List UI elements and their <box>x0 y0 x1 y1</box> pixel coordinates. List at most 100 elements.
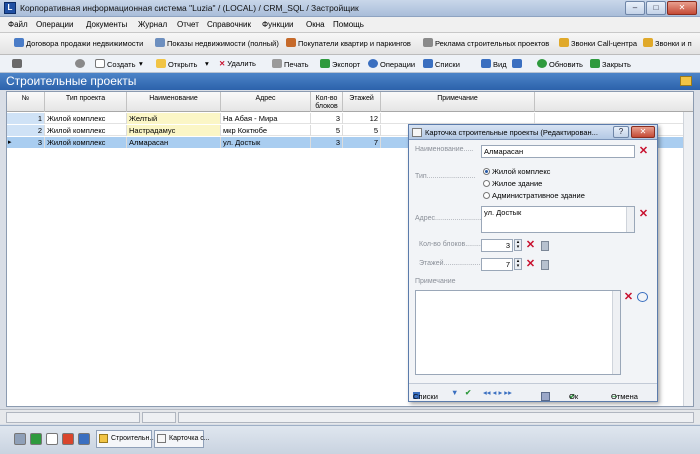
name-field[interactable]: Алмарасан <box>481 145 635 158</box>
export-button[interactable]: Экспорт <box>320 59 360 69</box>
table-row[interactable]: 1 Жилой комплекс Желтый На Абая - Мира 3… <box>7 113 693 124</box>
calc-icon[interactable] <box>30 433 42 445</box>
menu-functions[interactable]: Функции <box>262 20 294 29</box>
close-button[interactable]: ✕ <box>667 1 697 15</box>
settings-button[interactable] <box>75 59 87 69</box>
quick-ads[interactable]: Реклама строительных проектов <box>423 38 549 48</box>
apply-check-icon[interactable]: ✔ <box>465 388 471 397</box>
cell-num: 1 <box>7 113 45 124</box>
folder-icon[interactable] <box>680 76 692 86</box>
cell-num: 3 <box>7 137 45 148</box>
view-button[interactable]: Вид <box>481 59 507 69</box>
note-scrollbar[interactable] <box>612 291 620 374</box>
quick-calls[interactable]: Звонки Call-центра <box>559 38 637 48</box>
current-row-marker: ▸ <box>8 139 12 146</box>
type-option-admin[interactable]: Административное здание <box>483 191 585 200</box>
filter-icon <box>512 59 522 68</box>
menu-reference[interactable]: Справочник <box>207 20 251 29</box>
menu-journal[interactable]: Журнал <box>138 20 167 29</box>
desktop-icon[interactable] <box>14 433 26 445</box>
floors-field[interactable]: 7 <box>481 258 513 271</box>
open-dropdown[interactable]: ▾ <box>205 59 209 68</box>
status-panel-1 <box>6 412 140 423</box>
info-icon[interactable] <box>78 433 90 445</box>
floors-label: Этажей.................... <box>419 260 483 267</box>
clear-name-icon[interactable]: ✕ <box>638 146 649 157</box>
note-field[interactable] <box>415 290 621 375</box>
col-note[interactable]: Примечание <box>381 92 535 112</box>
menu-windows[interactable]: Окна <box>306 20 325 29</box>
dialog-footer: Списки ▼ ✔ ◂◂ ◂ ▸ ▸▸ ✔ Ок ↪ Отмена <box>409 383 657 401</box>
filter-icon[interactable]: ▼ <box>451 388 458 397</box>
clear-blocks-icon[interactable]: ✕ <box>525 240 536 251</box>
clear-note-icon[interactable]: ✕ <box>623 292 634 303</box>
create-button[interactable]: Создать <box>95 59 136 69</box>
calls2-icon <box>643 38 653 47</box>
floors-spinner[interactable]: ▴ ▾ <box>514 258 522 270</box>
task-card[interactable]: Карточка с... <box>154 430 210 448</box>
grid-scrollbar[interactable] <box>683 112 693 406</box>
address-field[interactable]: ул. Достык <box>481 206 635 233</box>
cell-blocks: 3 <box>311 137 343 148</box>
clear-address-icon[interactable]: ✕ <box>638 209 649 220</box>
menu-file[interactable]: Файл <box>8 20 28 29</box>
refresh-button[interactable]: Обновить <box>537 59 583 69</box>
stop-icon[interactable] <box>62 433 74 445</box>
open-button[interactable]: Открыть <box>156 59 197 69</box>
print-button[interactable]: Печать <box>272 59 309 69</box>
col-blocks[interactable]: Кол-во блоков <box>311 92 343 112</box>
clear-floors-icon[interactable]: ✕ <box>525 259 536 270</box>
filter-button[interactable] <box>512 59 524 69</box>
blocks-spinner[interactable]: ▴ ▾ <box>514 239 522 251</box>
cell-address: мкр Коктюбе <box>221 125 311 136</box>
window-icon[interactable] <box>46 433 58 445</box>
delete-button[interactable]: ✕ Удалить <box>219 59 256 68</box>
trash-icon[interactable] <box>541 241 549 251</box>
status-panel-2 <box>142 412 176 423</box>
quick-access-bar: Договора продажи недвижимости Показы нед… <box>0 33 700 55</box>
menu-report[interactable]: Отчет <box>177 20 199 29</box>
operations-button[interactable]: Операции <box>368 59 415 69</box>
operations-icon <box>368 59 378 68</box>
col-floors[interactable]: Этажей <box>343 92 381 112</box>
create-dropdown[interactable]: ▾ <box>139 59 143 68</box>
trash-icon[interactable] <box>541 260 549 270</box>
type-option-building[interactable]: Жилое здание <box>483 179 542 188</box>
title-bar: L Корпоративная информационная система "… <box>0 0 700 17</box>
address-scrollbar[interactable] <box>626 207 634 232</box>
ad-icon <box>423 38 433 47</box>
type-option-complex[interactable]: Жилой комплекс <box>483 167 550 176</box>
menu-documents[interactable]: Документы <box>86 20 127 29</box>
record-navigator[interactable]: ◂◂ ◂ ▸ ▸▸ <box>483 388 512 397</box>
open-folder-icon <box>156 59 166 68</box>
task-projects[interactable]: Строительн... <box>96 430 155 448</box>
col-num[interactable]: № <box>7 92 45 112</box>
address-label: Адрес........................ <box>415 215 482 222</box>
back-button[interactable] <box>12 59 24 69</box>
section-title: Строительные проекты <box>6 74 137 88</box>
col-name[interactable]: Наименование <box>127 92 221 112</box>
quick-contracts[interactable]: Договора продажи недвижимости <box>14 38 143 48</box>
quick-buyers[interactable]: Покупатели квартир и паркингов <box>286 38 411 48</box>
menu-help[interactable]: Помощь <box>333 20 364 29</box>
quick-showings[interactable]: Показы недвижимости (полный) <box>155 38 279 48</box>
minimize-button[interactable]: ‒ <box>625 1 645 15</box>
close-form-button[interactable]: Закрыть <box>590 59 631 69</box>
col-address[interactable]: Адрес <box>221 92 311 112</box>
note-label: Примечание <box>415 278 456 285</box>
cell-name: Настрадамус <box>127 125 221 136</box>
blocks-field[interactable]: 3 <box>481 239 513 252</box>
help-button[interactable]: ? <box>613 126 629 138</box>
col-type[interactable]: Тип проекта <box>45 92 127 112</box>
dialog-close-button[interactable]: ✕ <box>631 126 655 138</box>
window-title: Корпоративная информационная система "Lu… <box>20 3 359 13</box>
search-icon[interactable] <box>637 292 648 302</box>
maximize-button[interactable]: □ <box>646 1 666 15</box>
lists-button[interactable]: Списки <box>423 59 460 69</box>
quick-calls-more[interactable]: Звонки и п <box>643 38 692 48</box>
cell-name: Желтый <box>127 113 221 124</box>
lists-icon <box>423 59 433 68</box>
taskbar: Строительн... Карточка с... <box>0 425 700 454</box>
menu-operations[interactable]: Операции <box>36 20 73 29</box>
main-toolbar: Создать ▾ Открыть ▾ ✕ Удалить Печать Эксп… <box>0 55 700 73</box>
